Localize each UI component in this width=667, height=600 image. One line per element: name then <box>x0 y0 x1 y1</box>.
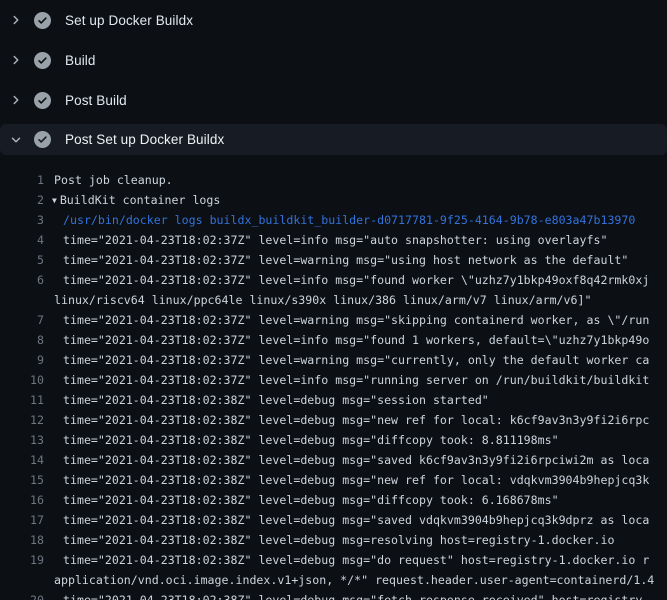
log-text: time="2021-04-23T18:02:38Z" level=debug … <box>63 413 649 427</box>
line-number[interactable]: 12 <box>0 410 44 430</box>
chevron-right-icon <box>9 53 23 67</box>
log-line: 17 time="2021-04-23T18:02:38Z" level=debu… <box>0 510 667 530</box>
check-circle-icon <box>34 131 51 148</box>
log-line: 1 Post job cleanup. <box>0 170 667 190</box>
log-line: 9 time="2021-04-23T18:02:37Z" level=warni… <box>0 350 667 370</box>
log-line: 20 time="2021-04-23T18:02:38Z" level=debu… <box>0 590 667 600</box>
line-number[interactable]: 15 <box>0 470 44 490</box>
check-circle-icon <box>34 92 51 109</box>
log-text: time="2021-04-23T18:02:37Z" level=info m… <box>63 373 649 387</box>
step-list: Set up Docker Buildx Build Post Build <box>0 0 667 155</box>
log-line: 19 time="2021-04-23T18:02:38Z" level=debu… <box>0 550 667 570</box>
log-line: 3/usr/bin/docker logs buildx_buildkit_bu… <box>0 210 667 230</box>
line-number[interactable]: 7 <box>0 310 44 330</box>
log-output: 1 Post job cleanup. 2 ▼BuildKit container … <box>0 155 667 600</box>
chevron-down-icon <box>9 133 23 147</box>
log-text: time="2021-04-23T18:02:38Z" level=debug … <box>63 393 489 407</box>
log-text: time="2021-04-23T18:02:37Z" level=warnin… <box>63 313 649 327</box>
log-text: time="2021-04-23T18:02:37Z" level=info m… <box>63 233 607 247</box>
log-line: 13 time="2021-04-23T18:02:38Z" level=debu… <box>0 430 667 450</box>
actions-log-viewer: Set up Docker Buildx Build Post Build <box>0 0 667 600</box>
log-line: 5 time="2021-04-23T18:02:37Z" level=warni… <box>0 250 667 270</box>
line-number[interactable]: 8 <box>0 330 44 350</box>
line-number[interactable]: 3 <box>0 210 44 230</box>
line-number[interactable]: 10 <box>0 370 44 390</box>
log-line: 7 time="2021-04-23T18:02:37Z" level=warni… <box>0 310 667 330</box>
log-line: 12 time="2021-04-23T18:02:38Z" level=debu… <box>0 410 667 430</box>
log-line-wrap: application/vnd.oci.image.index.v1+json,… <box>0 570 667 590</box>
log-text: time="2021-04-23T18:02:38Z" level=debug … <box>63 593 649 600</box>
log-line: 4 time="2021-04-23T18:02:37Z" level=info … <box>0 230 667 250</box>
log-text: Post job cleanup. <box>54 173 173 187</box>
line-number[interactable]: 14 <box>0 450 44 470</box>
log-line: 14 time="2021-04-23T18:02:38Z" level=debu… <box>0 450 667 470</box>
line-number[interactable]: 19 <box>0 550 44 570</box>
line-number[interactable]: 1 <box>0 170 44 190</box>
log-line-group-header: 2 ▼BuildKit container logs <box>0 190 667 210</box>
log-line: 8 time="2021-04-23T18:02:37Z" level=info … <box>0 330 667 350</box>
log-text: time="2021-04-23T18:02:38Z" level=debug … <box>63 533 614 547</box>
log-text: time="2021-04-23T18:02:38Z" level=debug … <box>63 473 649 487</box>
chevron-right-icon <box>9 93 23 107</box>
step-title: Set up Docker Buildx <box>65 13 193 28</box>
log-text: time="2021-04-23T18:02:38Z" level=debug … <box>63 553 649 567</box>
step-title: Post Build <box>65 93 127 108</box>
log-line: 18 time="2021-04-23T18:02:38Z" level=debu… <box>0 530 667 550</box>
step-title: Build <box>65 53 96 68</box>
line-number[interactable]: 13 <box>0 430 44 450</box>
log-text: time="2021-04-23T18:02:38Z" level=debug … <box>63 513 649 527</box>
step-row-post-set-up-docker-buildx[interactable]: Post Set up Docker Buildx <box>0 124 667 155</box>
log-text: time="2021-04-23T18:02:38Z" level=debug … <box>63 453 649 467</box>
chevron-right-icon <box>9 13 23 27</box>
log-command-text: /usr/bin/docker logs buildx_buildkit_bui… <box>63 213 635 227</box>
step-row-set-up-docker-buildx[interactable]: Set up Docker Buildx <box>0 0 667 40</box>
step-row-build[interactable]: Build <box>0 40 667 80</box>
line-number[interactable]: 9 <box>0 350 44 370</box>
log-text: time="2021-04-23T18:02:38Z" level=debug … <box>63 433 559 447</box>
line-number[interactable]: 2 <box>0 190 44 210</box>
check-circle-icon <box>34 52 51 69</box>
check-circle-icon <box>34 12 51 29</box>
log-line: 15 time="2021-04-23T18:02:38Z" level=debu… <box>0 470 667 490</box>
log-line: 16 time="2021-04-23T18:02:38Z" level=debu… <box>0 490 667 510</box>
log-line: 11 time="2021-04-23T18:02:38Z" level=debu… <box>0 390 667 410</box>
log-text: time="2021-04-23T18:02:37Z" level=info m… <box>63 333 649 347</box>
line-number[interactable]: 4 <box>0 230 44 250</box>
log-text: time="2021-04-23T18:02:38Z" level=debug … <box>63 493 559 507</box>
log-text: linux/riscv64 linux/ppc64le linux/s390x … <box>54 293 591 307</box>
line-number[interactable]: 18 <box>0 530 44 550</box>
step-row-post-build[interactable]: Post Build <box>0 80 667 120</box>
log-group-title: BuildKit container logs <box>60 193 221 207</box>
log-text: application/vnd.oci.image.index.v1+json,… <box>54 573 654 587</box>
line-number[interactable]: 6 <box>0 270 44 290</box>
line-number[interactable]: 11 <box>0 390 44 410</box>
line-number[interactable]: 17 <box>0 510 44 530</box>
line-number[interactable]: 20 <box>0 590 44 600</box>
log-text: time="2021-04-23T18:02:37Z" level=warnin… <box>63 253 628 267</box>
group-toggle-icon[interactable]: ▼ <box>52 191 57 210</box>
log-line-wrap: linux/riscv64 linux/ppc64le linux/s390x … <box>0 290 667 310</box>
log-text: time="2021-04-23T18:02:37Z" level=warnin… <box>63 353 649 367</box>
line-number[interactable]: 16 <box>0 490 44 510</box>
log-text: time="2021-04-23T18:02:37Z" level=info m… <box>63 273 649 287</box>
log-line: 6 time="2021-04-23T18:02:37Z" level=info … <box>0 270 667 290</box>
log-line: 10 time="2021-04-23T18:02:37Z" level=info… <box>0 370 667 390</box>
step-title: Post Set up Docker Buildx <box>65 132 224 147</box>
line-number[interactable]: 5 <box>0 250 44 270</box>
